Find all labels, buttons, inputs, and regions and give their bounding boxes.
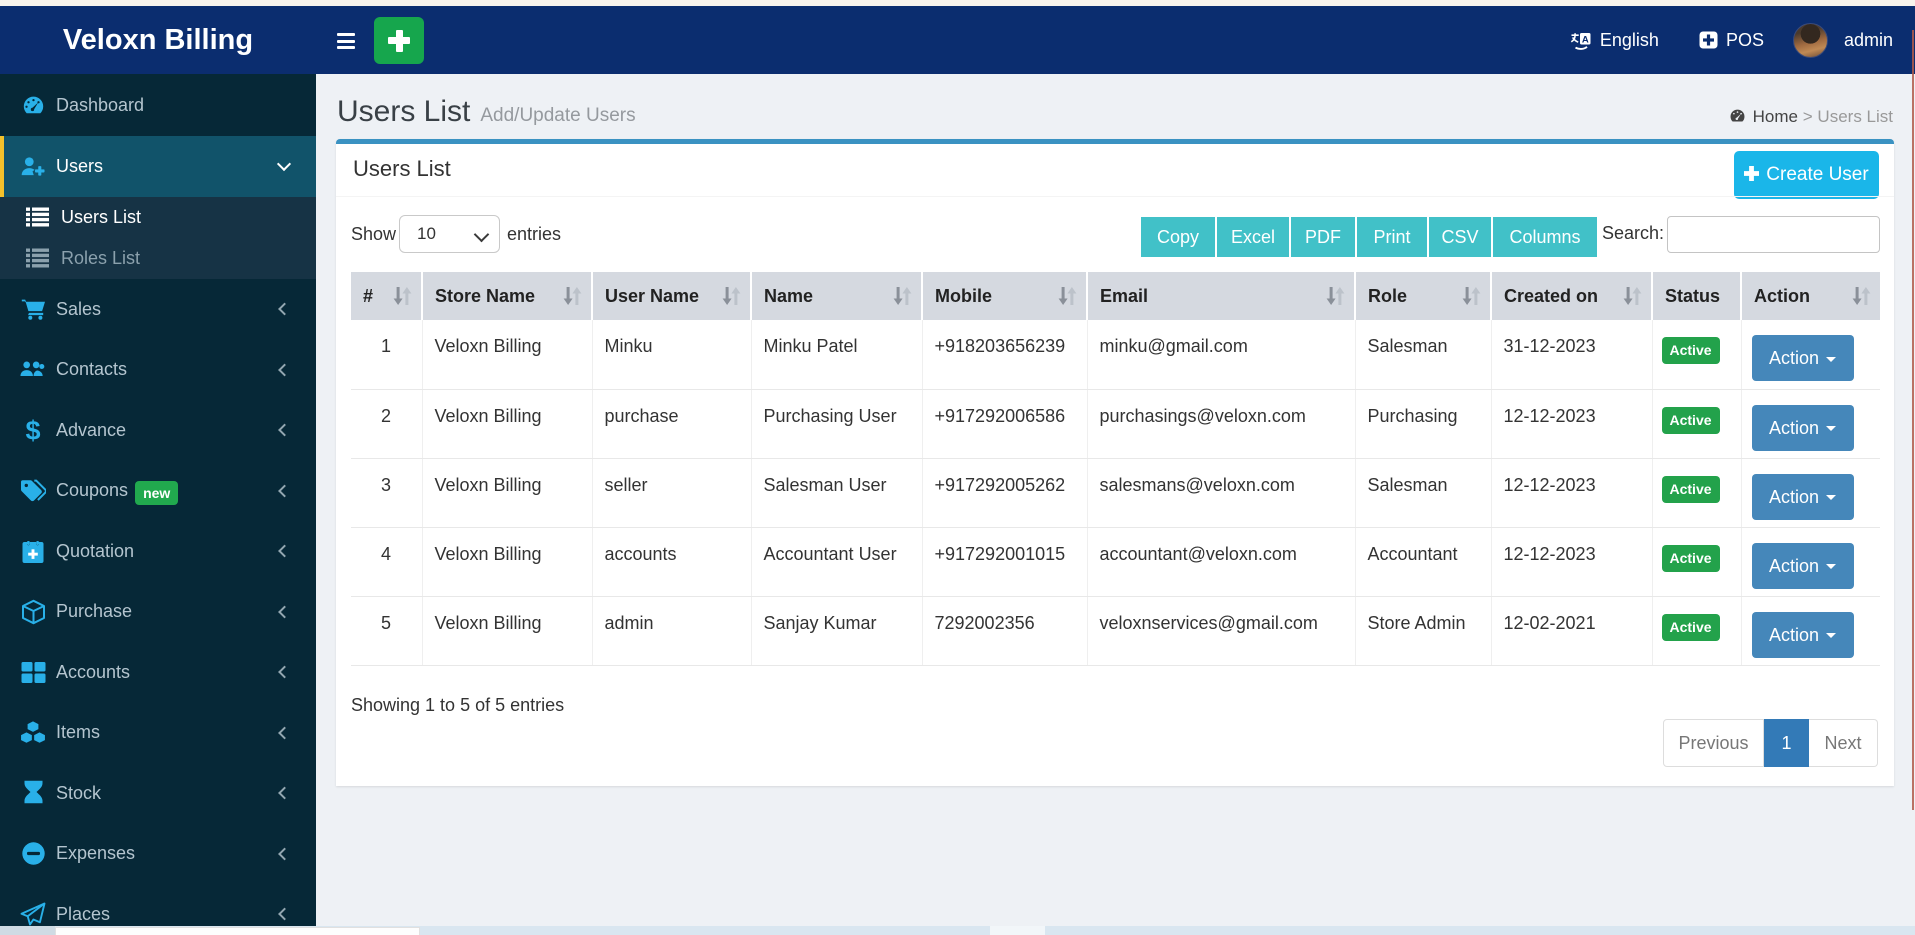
svg-text:A: A [1582, 34, 1589, 45]
svg-text:$: $ [25, 416, 40, 445]
